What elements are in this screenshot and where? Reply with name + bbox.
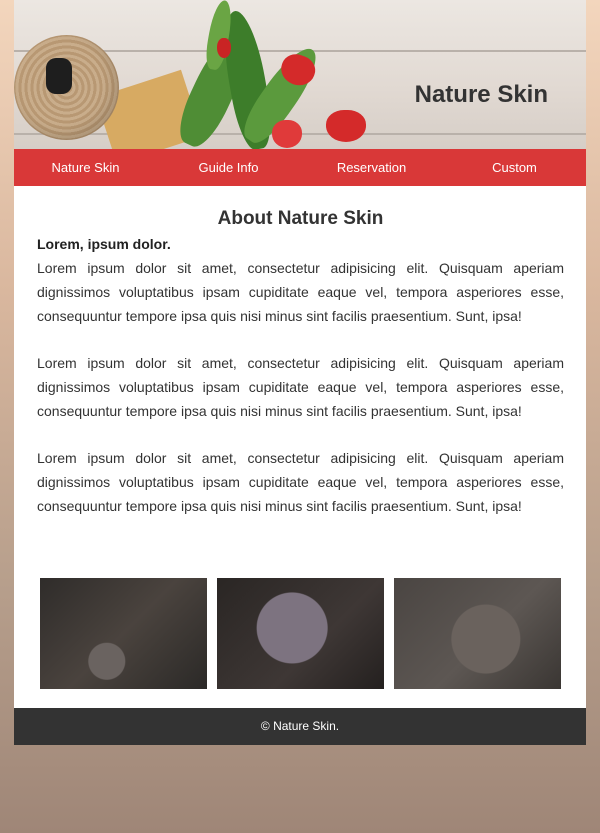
photo-gallery [40, 578, 561, 689]
nav-item-reservation[interactable]: Reservation [300, 149, 443, 186]
section-heading: About Nature Skin [217, 208, 384, 229]
gallery-photo-jar [394, 578, 561, 689]
page-footer: © Nature Skin. [14, 708, 586, 745]
main-content: About Nature Skin Lorem, ipsum dolor. Lo… [37, 186, 564, 541]
site-title: Nature Skin [414, 81, 548, 108]
red-tulip-image [326, 110, 366, 142]
header-banner: Nature Skin [14, 0, 586, 149]
body-paragraph: Lorem ipsum dolor sit amet, consectetur … [37, 260, 564, 324]
gallery-photo-flowers [217, 578, 384, 689]
red-tulip-bud-image [217, 38, 231, 58]
nav-item-nature-skin[interactable]: Nature Skin [14, 149, 157, 186]
red-tulip-image [272, 120, 302, 148]
nav-item-custom[interactable]: Custom [443, 149, 586, 186]
gallery-photo-skincare [40, 578, 207, 689]
page-container: Nature Skin Nature Skin Guide Info Reser… [14, 0, 586, 745]
section-subheading: Lorem, ipsum dolor. [37, 236, 171, 252]
body-paragraph: Lorem ipsum dolor sit amet, consectetur … [37, 450, 564, 514]
body-paragraph: Lorem ipsum dolor sit amet, consectetur … [37, 355, 564, 419]
main-nav: Nature Skin Guide Info Reservation Custo… [14, 149, 586, 186]
nav-item-guide-info[interactable]: Guide Info [157, 149, 300, 186]
bottle-image [46, 58, 72, 94]
